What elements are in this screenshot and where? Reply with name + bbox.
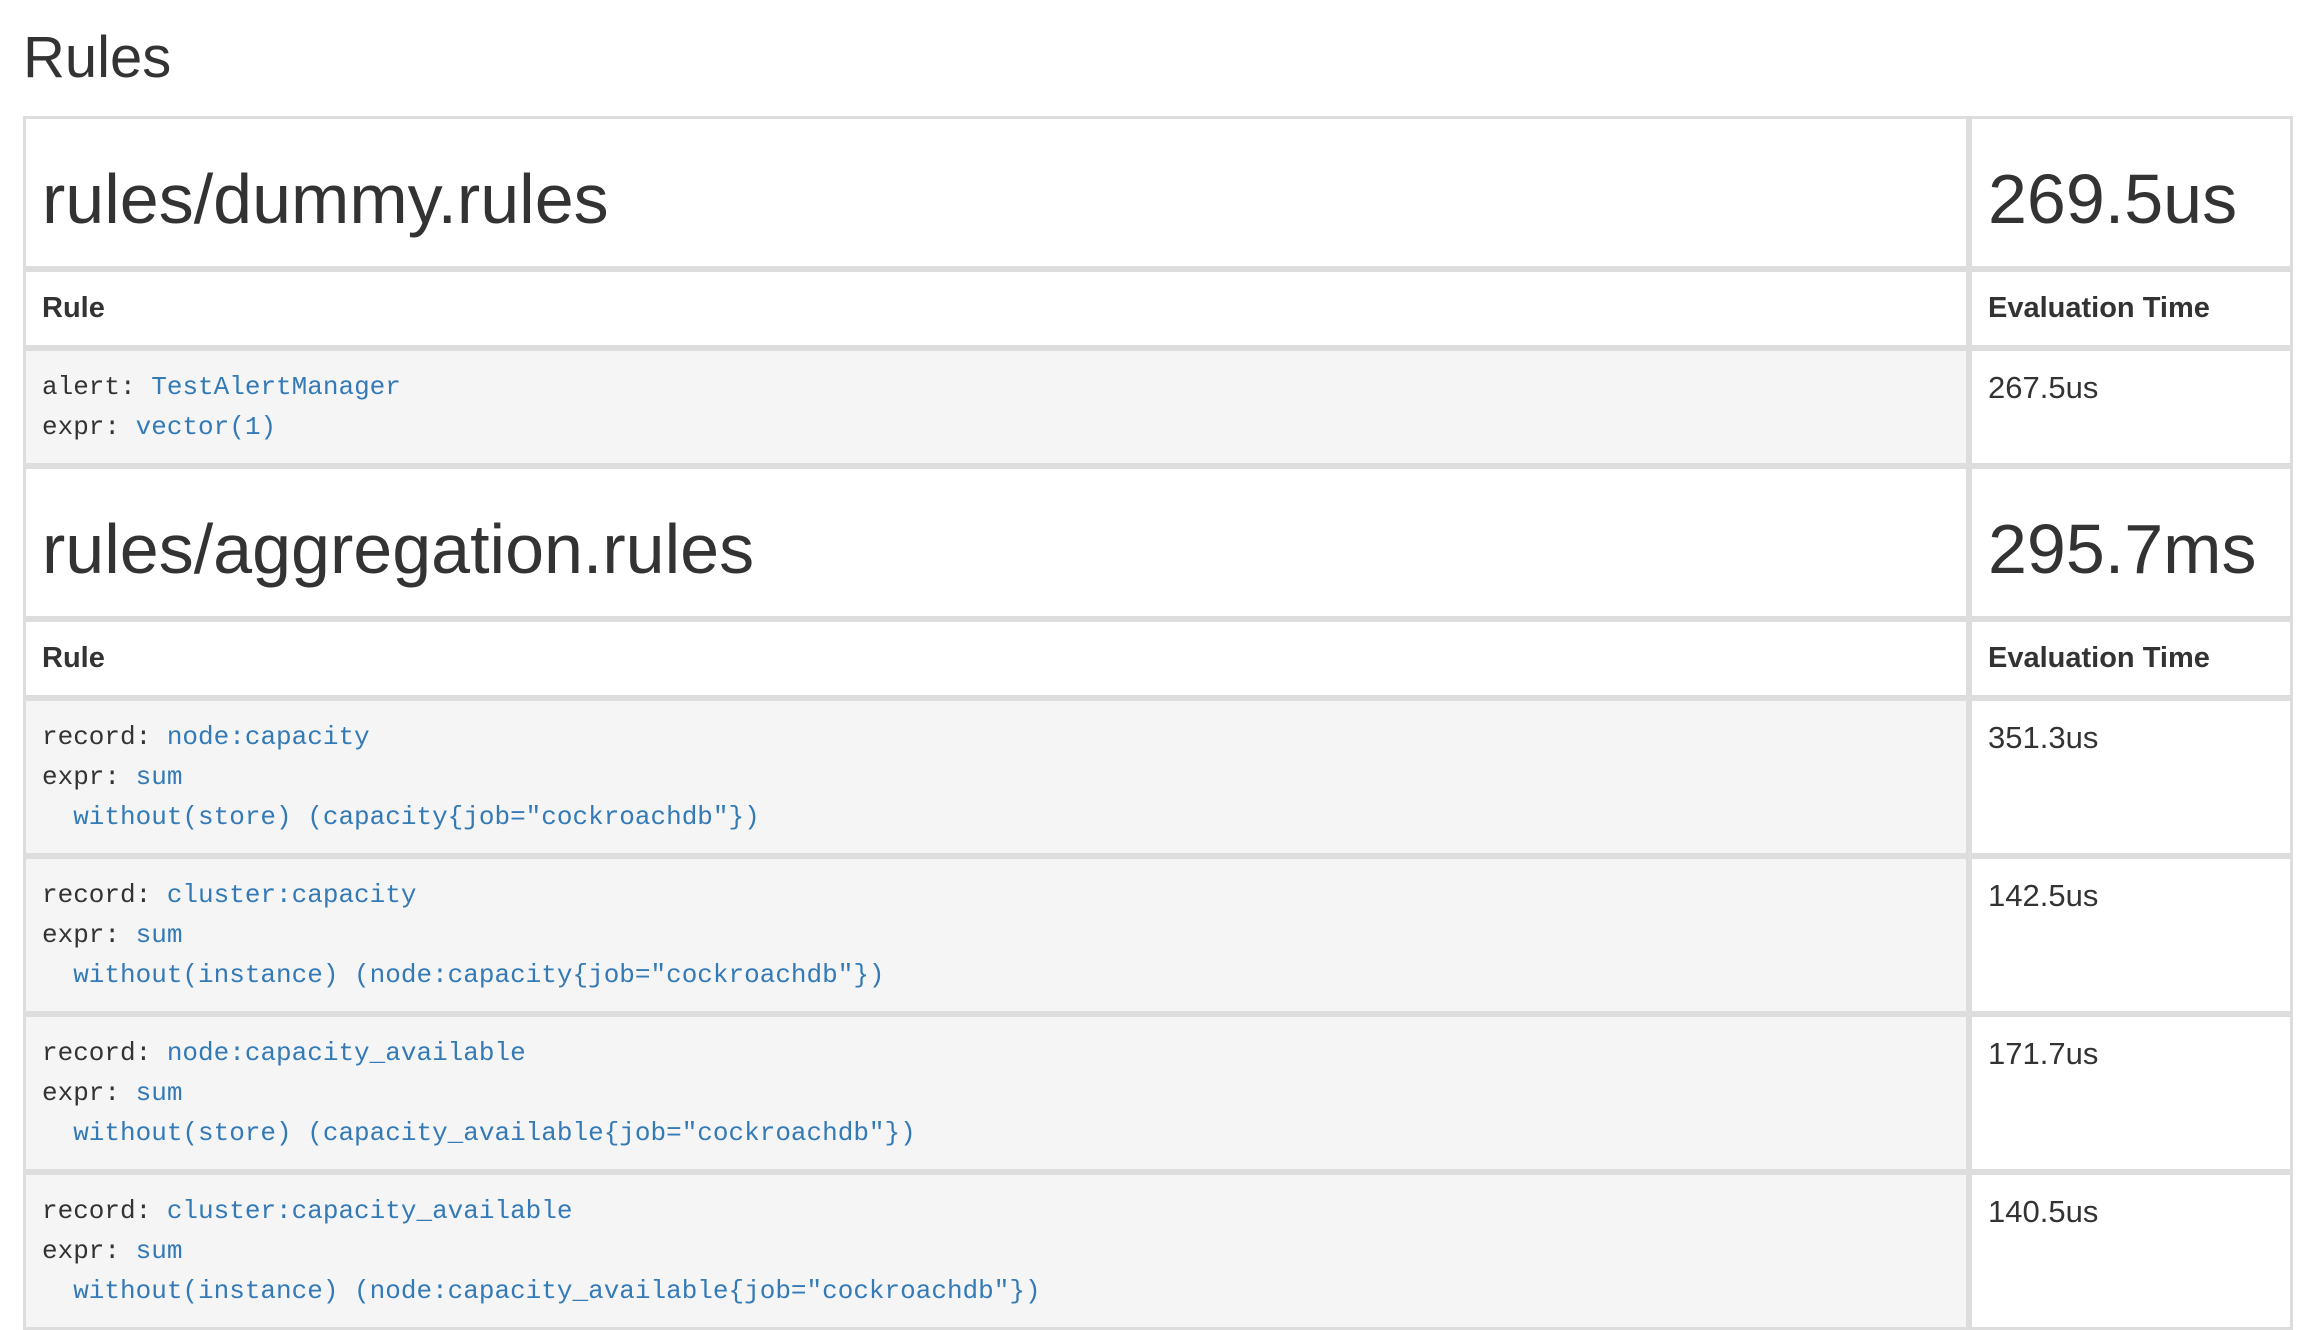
group-file-name: rules/dummy.rules	[42, 161, 1950, 238]
rule-keyword: alert:	[42, 372, 136, 402]
rule-name-link[interactable]: node:capacity_available	[167, 1038, 526, 1068]
rule-eval-time: 140.5us	[1969, 1172, 2293, 1330]
rules-table: rules/dummy.rules 269.5us Rule Evaluatio…	[23, 116, 2293, 1330]
group-file-cell: rules/dummy.rules	[23, 116, 1969, 269]
rule-column-header: Rule	[23, 269, 1969, 348]
rule-code: record: node:capacity expr: sum without(…	[26, 701, 1966, 853]
evaluation-time-column-header-label: Evaluation Time	[1988, 292, 2210, 324]
rule-keyword: record:	[42, 1038, 151, 1068]
rule-code: record: cluster:capacity expr: sum witho…	[26, 859, 1966, 1011]
rule-expr-link[interactable]: vector(1)	[136, 412, 276, 442]
rule-expr-link[interactable]: sum without(store) (capacity_available{j…	[42, 1078, 916, 1148]
rule-row: record: cluster:capacity expr: sum witho…	[23, 856, 2293, 1014]
rule-row: alert: TestAlertManager expr: vector(1) …	[23, 348, 2293, 466]
expr-keyword: expr:	[42, 412, 120, 442]
rule-keyword: record:	[42, 722, 151, 752]
expr-keyword: expr:	[42, 1078, 120, 1108]
page-title: Rules	[23, 26, 2293, 90]
group-header-row: rules/aggregation.rules 295.7ms	[23, 466, 2293, 619]
rule-eval-time: 351.3us	[1969, 698, 2293, 856]
group-header-row: rules/dummy.rules 269.5us	[23, 116, 2293, 269]
rule-keyword: record:	[42, 880, 151, 910]
expr-keyword: expr:	[42, 920, 120, 950]
group-file-cell: rules/aggregation.rules	[23, 466, 1969, 619]
expr-keyword: expr:	[42, 1236, 120, 1266]
rule-expr-link[interactable]: sum without(instance) (node:capacity{job…	[42, 920, 885, 990]
rule-column-header-label: Rule	[42, 292, 105, 324]
group-eval-time: 295.7ms	[1988, 511, 2274, 588]
column-header-row: Rule Evaluation Time	[23, 269, 2293, 348]
rule-definition-cell: record: node:capacity expr: sum without(…	[23, 698, 1969, 856]
rule-code: record: node:capacity_available expr: su…	[26, 1017, 1966, 1169]
expr-keyword: expr:	[42, 762, 120, 792]
group-eval-time-cell: 269.5us	[1969, 116, 2293, 269]
rule-code: alert: TestAlertManager expr: vector(1)	[26, 351, 1966, 463]
rule-expr-link[interactable]: sum without(instance) (node:capacity_ava…	[42, 1236, 1041, 1306]
rule-keyword: record:	[42, 1196, 151, 1226]
evaluation-time-column-header: Evaluation Time	[1969, 269, 2293, 348]
rule-eval-time: 142.5us	[1969, 856, 2293, 1014]
rule-row: record: node:capacity expr: sum without(…	[23, 698, 2293, 856]
rule-row: record: node:capacity_available expr: su…	[23, 1014, 2293, 1172]
group-file-name: rules/aggregation.rules	[42, 511, 1950, 588]
rule-definition-cell: record: cluster:capacity expr: sum witho…	[23, 856, 1969, 1014]
rule-eval-time: 171.7us	[1969, 1014, 2293, 1172]
rule-row: record: cluster:capacity_available expr:…	[23, 1172, 2293, 1330]
group-eval-time: 269.5us	[1988, 161, 2274, 238]
column-header-row: Rule Evaluation Time	[23, 619, 2293, 698]
rule-definition-cell: alert: TestAlertManager expr: vector(1)	[23, 348, 1969, 466]
evaluation-time-column-header: Evaluation Time	[1969, 619, 2293, 698]
evaluation-time-column-header-label: Evaluation Time	[1988, 642, 2210, 674]
rule-column-header-label: Rule	[42, 642, 105, 674]
rule-name-link[interactable]: node:capacity	[167, 722, 370, 752]
rule-expr-link[interactable]: sum without(store) (capacity{job="cockro…	[42, 762, 760, 832]
rule-name-link[interactable]: cluster:capacity_available	[167, 1196, 573, 1226]
rule-eval-time: 267.5us	[1969, 348, 2293, 466]
rule-definition-cell: record: cluster:capacity_available expr:…	[23, 1172, 1969, 1330]
rule-name-link[interactable]: cluster:capacity	[167, 880, 417, 910]
rule-name-link[interactable]: TestAlertManager	[151, 372, 401, 402]
group-eval-time-cell: 295.7ms	[1969, 466, 2293, 619]
rule-code: record: cluster:capacity_available expr:…	[26, 1175, 1966, 1327]
rule-column-header: Rule	[23, 619, 1969, 698]
rule-definition-cell: record: node:capacity_available expr: su…	[23, 1014, 1969, 1172]
